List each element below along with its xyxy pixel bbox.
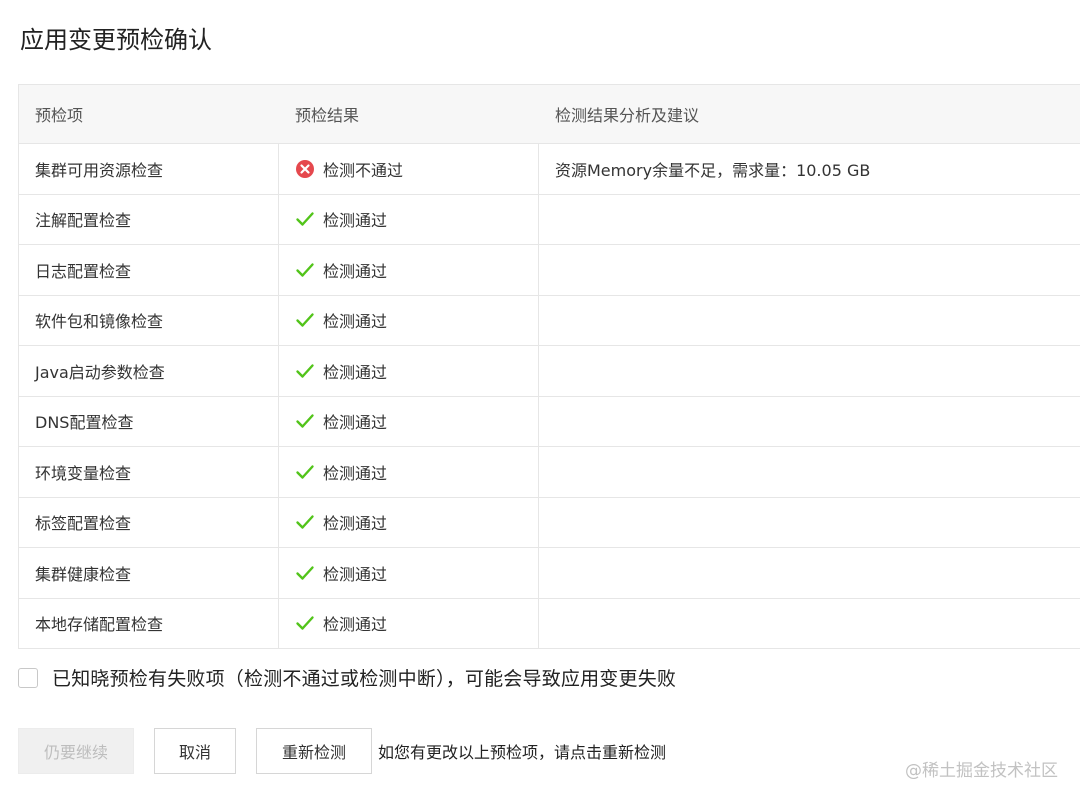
precheck-result: 检测通过 <box>279 447 539 497</box>
acknowledge-checkbox[interactable] <box>18 667 38 688</box>
precheck-result: 检测通过 <box>279 598 539 648</box>
precheck-result: 检测通过 <box>279 548 539 598</box>
status-text: 检测通过 <box>323 362 388 382</box>
recheck-hint: 如您有更改以上预检项，请点击重新检测 <box>378 743 667 762</box>
check-icon <box>295 310 315 330</box>
table-body: 集群可用资源检查 检测不通过 资源Memory余量不足，需求量：10.05 GB 注解… <box>19 144 1080 649</box>
status-text: 检测通过 <box>323 615 388 635</box>
precheck-table: 预检项 预检结果 检测结果分析及建议 集群可用资源检查 检测不通过 资源Memory… <box>18 84 1080 649</box>
status-text: 检测不通过 <box>323 160 404 180</box>
check-icon <box>295 512 315 532</box>
table-row: DNS配置检查 检测通过 <box>19 396 1080 447</box>
table-row: 软件包和镜像检查 检测通过 <box>19 295 1080 346</box>
precheck-advice <box>539 548 1080 598</box>
precheck-item: 本地存储配置检查 <box>19 598 279 648</box>
check-icon <box>295 209 315 229</box>
status-text: 检测通过 <box>323 211 388 231</box>
precheck-advice <box>539 498 1080 548</box>
check-icon <box>295 613 315 633</box>
table-row: 环境变量检查 检测通过 <box>19 447 1080 498</box>
table-row: 集群健康检查 检测通过 <box>19 548 1080 599</box>
precheck-item: 集群健康检查 <box>19 548 279 598</box>
status-text: 检测通过 <box>323 564 388 584</box>
status-text: 检测通过 <box>323 514 388 534</box>
table-row: 集群可用资源检查 检测不通过 资源Memory余量不足，需求量：10.05 GB <box>19 144 1080 195</box>
continue-button[interactable]: 仍要继续 <box>18 728 134 774</box>
status-text: 检测通过 <box>323 463 388 483</box>
check-icon <box>295 260 315 280</box>
precheck-advice <box>539 346 1080 396</box>
header-item: 预检项 <box>35 106 84 125</box>
precheck-result: 检测通过 <box>279 346 539 396</box>
watermark: @稀土掘金技术社区 <box>905 761 1058 781</box>
precheck-advice: 资源Memory余量不足，需求量：10.05 GB <box>555 160 871 180</box>
cancel-button[interactable]: 取消 <box>154 728 236 774</box>
precheck-advice <box>539 245 1080 295</box>
precheck-item: 软件包和镜像检查 <box>19 295 279 345</box>
table-row: Java启动参数检查 检测通过 <box>19 346 1080 397</box>
precheck-result: 检测不通过 <box>279 144 539 194</box>
close-circle-icon <box>295 159 315 179</box>
check-icon <box>295 563 315 583</box>
precheck-item: 日志配置检查 <box>19 245 279 295</box>
table-row: 日志配置检查 检测通过 <box>19 245 1080 296</box>
status-text: 检测通过 <box>323 413 388 433</box>
precheck-advice <box>539 397 1080 447</box>
precheck-item: Java启动参数检查 <box>19 346 279 396</box>
acknowledge-label: 已知晓预检有失败项（检测不通过或检测中断），可能会导致应用变更失败 <box>52 668 677 690</box>
status-text: 检测通过 <box>323 312 388 332</box>
precheck-advice <box>539 599 1080 649</box>
recheck-button[interactable]: 重新检测 <box>256 728 372 774</box>
header-result: 预检结果 <box>295 106 360 125</box>
header-advice: 检测结果分析及建议 <box>555 106 700 125</box>
precheck-result: 检测通过 <box>279 396 539 446</box>
status-text: 检测通过 <box>323 261 388 281</box>
check-icon <box>295 462 315 482</box>
precheck-item: 集群可用资源检查 <box>19 144 279 194</box>
table-row: 本地存储配置检查 检测通过 <box>19 598 1080 649</box>
precheck-result: 检测通过 <box>279 295 539 345</box>
precheck-result: 检测通过 <box>279 497 539 547</box>
precheck-item: 环境变量检查 <box>19 447 279 497</box>
precheck-item: 标签配置检查 <box>19 497 279 547</box>
action-bar: 仍要继续 取消 重新检测 如您有更改以上预检项，请点击重新检测 <box>18 728 666 774</box>
check-icon <box>295 411 315 431</box>
precheck-advice <box>539 296 1080 346</box>
precheck-item: 注解配置检查 <box>19 194 279 244</box>
precheck-result: 检测通过 <box>279 194 539 244</box>
table-row: 注解配置检查 检测通过 <box>19 194 1080 245</box>
check-icon <box>295 361 315 381</box>
precheck-item: DNS配置检查 <box>19 396 279 446</box>
page-title: 应用变更预检确认 <box>20 26 212 54</box>
acknowledge-row: 已知晓预检有失败项（检测不通过或检测中断），可能会导致应用变更失败 <box>18 664 676 691</box>
table-row: 标签配置检查 检测通过 <box>19 497 1080 548</box>
precheck-advice <box>539 195 1080 245</box>
table-header: 预检项 预检结果 检测结果分析及建议 <box>19 85 1080 144</box>
precheck-result: 检测通过 <box>279 245 539 295</box>
precheck-advice <box>539 447 1080 497</box>
